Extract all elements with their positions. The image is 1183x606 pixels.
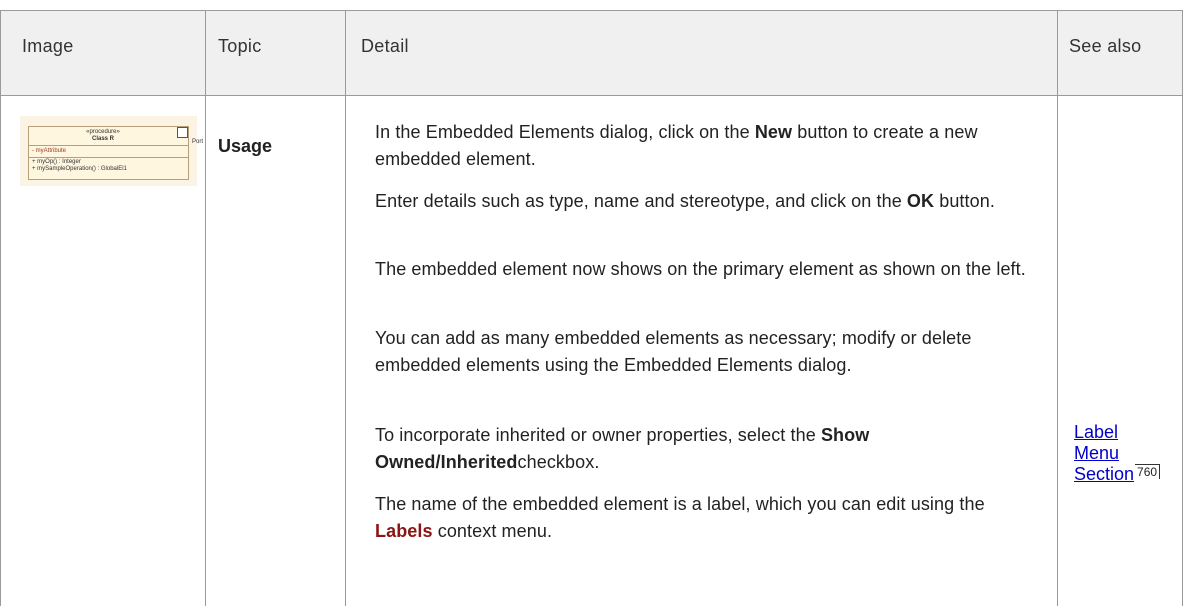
port-label: Port <box>192 139 204 145</box>
grid-line-top <box>0 10 1183 11</box>
grid-line-col1 <box>205 10 206 606</box>
class-name: Class R <box>91 136 114 142</box>
header-topic: Topic <box>218 36 262 56</box>
header-detail: Detail <box>361 36 409 56</box>
detail-text: checkbox. <box>517 452 600 472</box>
class-divider <box>29 157 188 158</box>
class-element: «procedure» Class R - myAttribute + myOp… <box>28 126 203 180</box>
detail-text: The name of the embedded element is a la… <box>375 494 985 514</box>
grid-line-col2 <box>345 10 346 606</box>
class-operation: + myOp() : Integer <box>32 159 81 165</box>
class-stereotype: «procedure» <box>86 129 120 135</box>
label-menu-section-link[interactable]: Label Menu Section <box>1074 422 1134 484</box>
detail-paragraph: The name of the embedded element is a la… <box>375 491 1043 545</box>
detail-paragraph: You can add as many embedded elements as… <box>375 328 972 375</box>
class-operation: + mySampleOperation() : GlobalEl1 <box>32 166 127 172</box>
labels-menu-ref: Labels <box>375 521 433 541</box>
detail-text: context menu. <box>432 521 553 541</box>
detail-text: To incorporate inherited or owner proper… <box>375 425 821 445</box>
topic-usage: Usage <box>218 136 273 156</box>
ok-button-ref: OK <box>906 191 935 211</box>
table-header-row <box>0 10 1183 95</box>
grid-line-header-bottom <box>0 95 1183 96</box>
link-text: Section <box>1074 464 1135 484</box>
detail-paragraph: To incorporate inherited or owner proper… <box>375 422 1043 476</box>
header-image: Image <box>22 36 74 56</box>
detail-paragraph: In the Embedded Elements dialog, click o… <box>375 119 1043 173</box>
link-text: Label <box>1074 422 1119 442</box>
grid-line-col3 <box>1057 10 1058 606</box>
grid-line-left <box>0 10 1 606</box>
detail-text: button. <box>934 191 995 211</box>
port-icon <box>177 127 188 138</box>
content-table: Image Topic Detail See also «procedure» … <box>0 0 1183 606</box>
detail-text: In the Embedded Elements dialog, click o… <box>375 122 755 142</box>
page-reference: 760 <box>1135 464 1161 479</box>
link-text: Menu <box>1074 443 1120 463</box>
see-also-cell: Label Menu Section 760 <box>1074 422 1161 485</box>
detail-text: Enter details such as type, name and ste… <box>375 191 907 211</box>
new-button-ref: New <box>754 122 793 142</box>
detail-paragraph: The embedded element now shows on the pr… <box>375 259 1026 279</box>
class-divider <box>29 145 188 146</box>
class-diagram-thumbnail: «procedure» Class R - myAttribute + myOp… <box>20 116 203 186</box>
detail-paragraph: Enter details such as type, name and ste… <box>375 188 1043 215</box>
header-see-also: See also <box>1069 36 1142 56</box>
class-attribute: - myAttribute <box>32 148 67 154</box>
